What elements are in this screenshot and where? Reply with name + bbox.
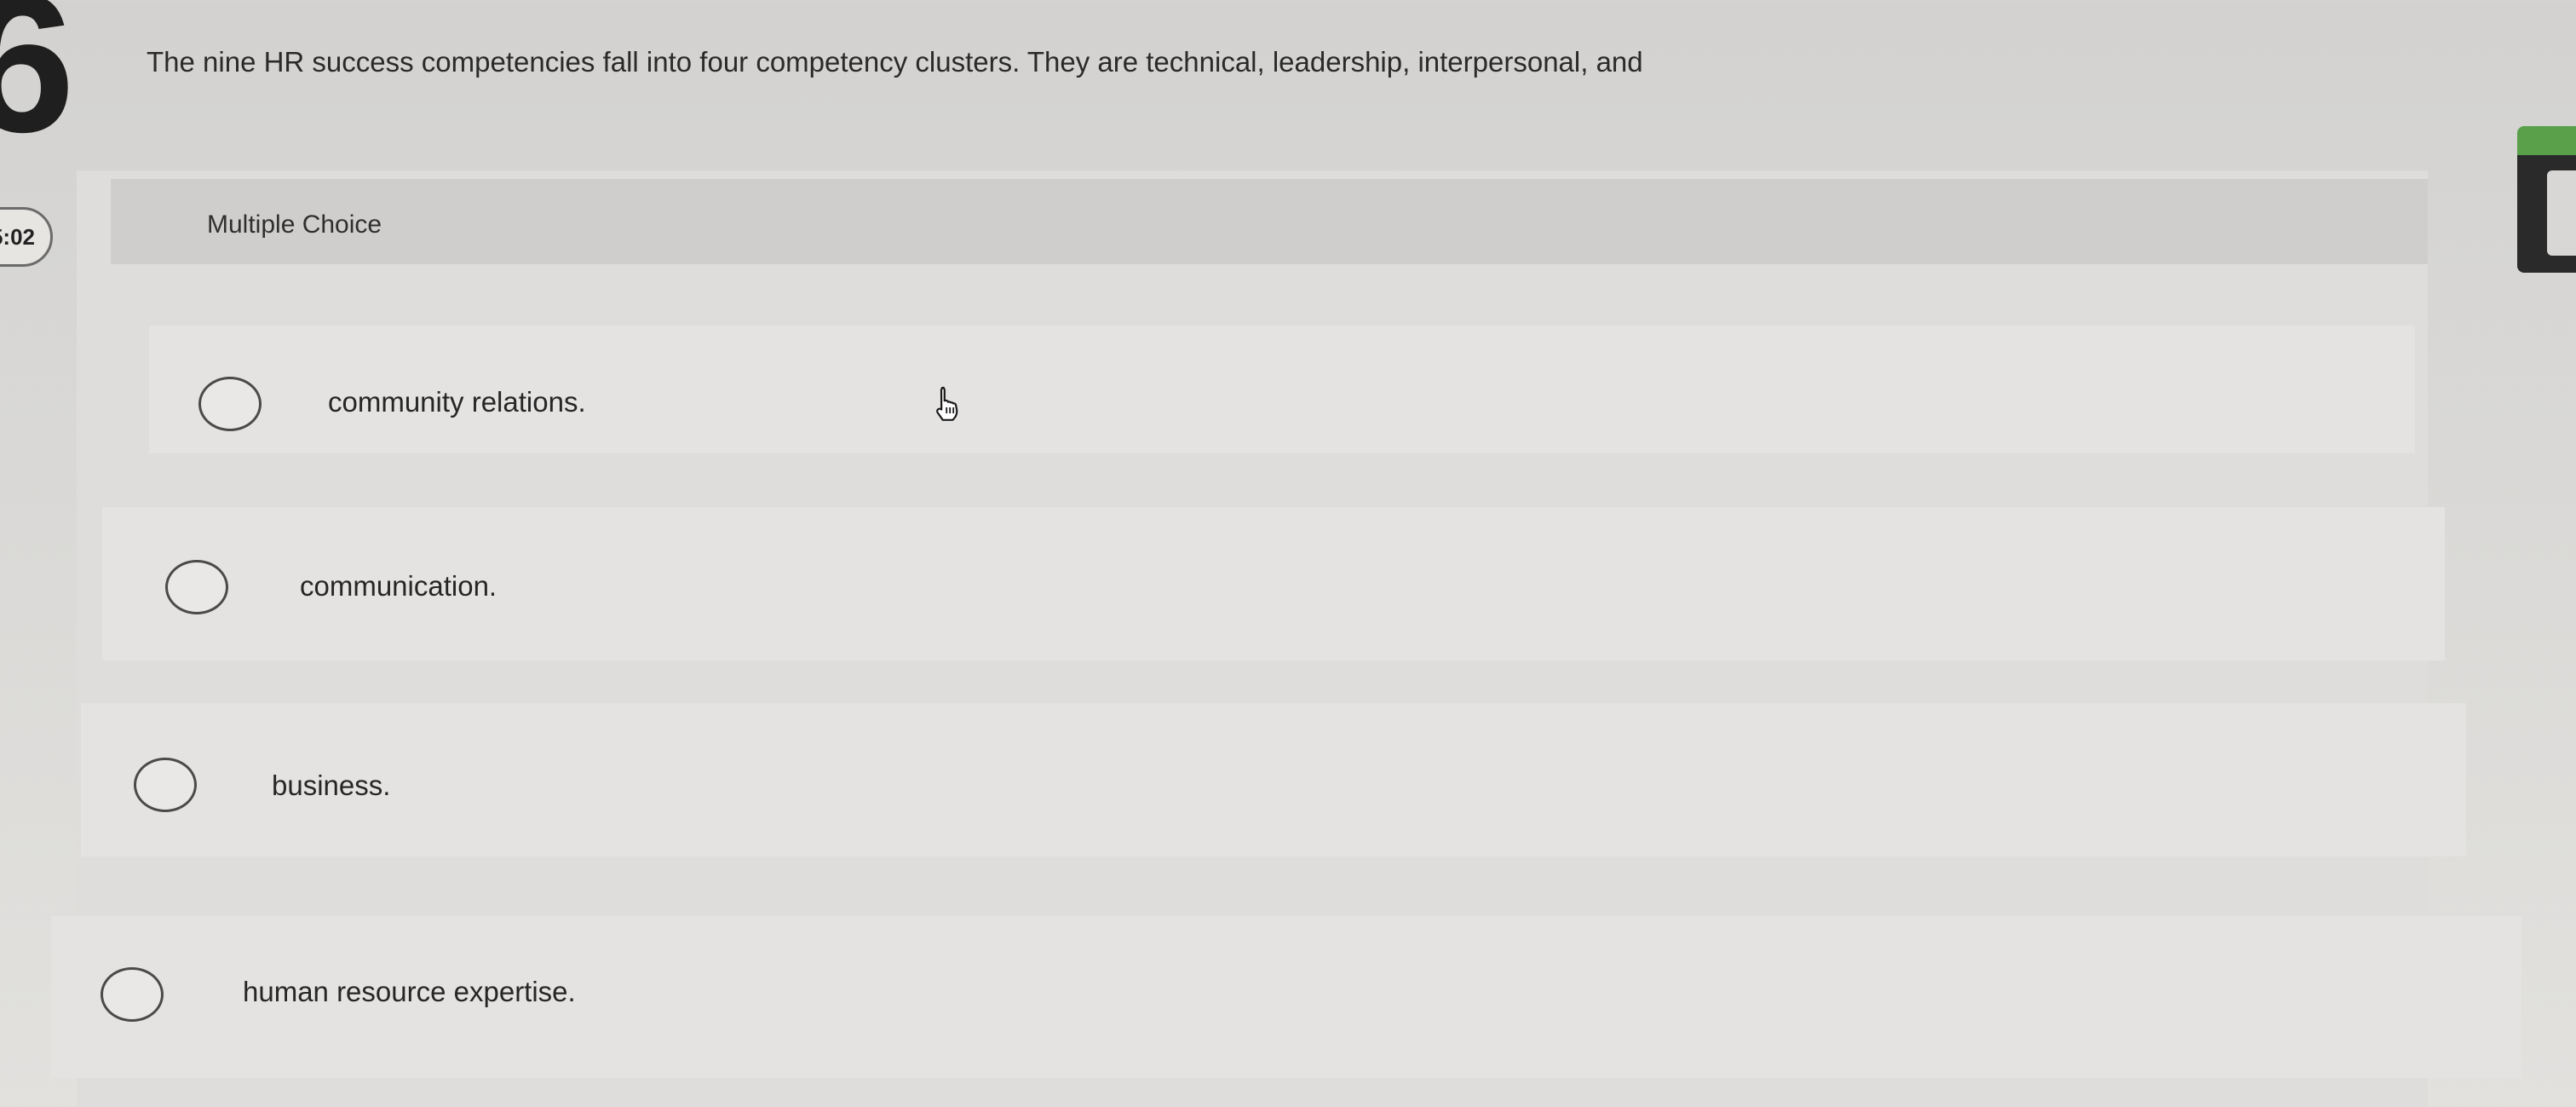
- radio-button-icon[interactable]: [198, 377, 262, 431]
- radio-button-icon[interactable]: [101, 967, 164, 1022]
- answer-option-communication[interactable]: communication.: [102, 507, 2445, 660]
- question-prompt: The nine HR success competencies fall in…: [147, 46, 1643, 78]
- timer-text: 5:02: [0, 223, 35, 250]
- side-panel-accent: [2517, 126, 2576, 155]
- answer-option-human-resource-expertise[interactable]: human resource expertise.: [51, 916, 2521, 1078]
- side-panel-inner: [2547, 170, 2576, 256]
- panel-header: [111, 179, 2428, 264]
- answer-option-label[interactable]: communication.: [300, 570, 497, 603]
- question-number: 6: [0, 0, 75, 173]
- radio-button-icon[interactable]: [134, 758, 197, 812]
- timer-badge: 5:02: [0, 207, 53, 267]
- answer-option-label[interactable]: community relations.: [328, 386, 586, 418]
- answer-option-label[interactable]: business.: [272, 770, 390, 802]
- radio-button-icon[interactable]: [165, 560, 228, 614]
- answer-option-community-relations[interactable]: community relations.: [149, 326, 2415, 453]
- answer-option-business[interactable]: business.: [81, 703, 2466, 856]
- hand-pointer-icon: [936, 386, 958, 421]
- answer-option-label[interactable]: human resource expertise.: [243, 976, 576, 1008]
- question-type-label: Multiple Choice: [207, 210, 382, 239]
